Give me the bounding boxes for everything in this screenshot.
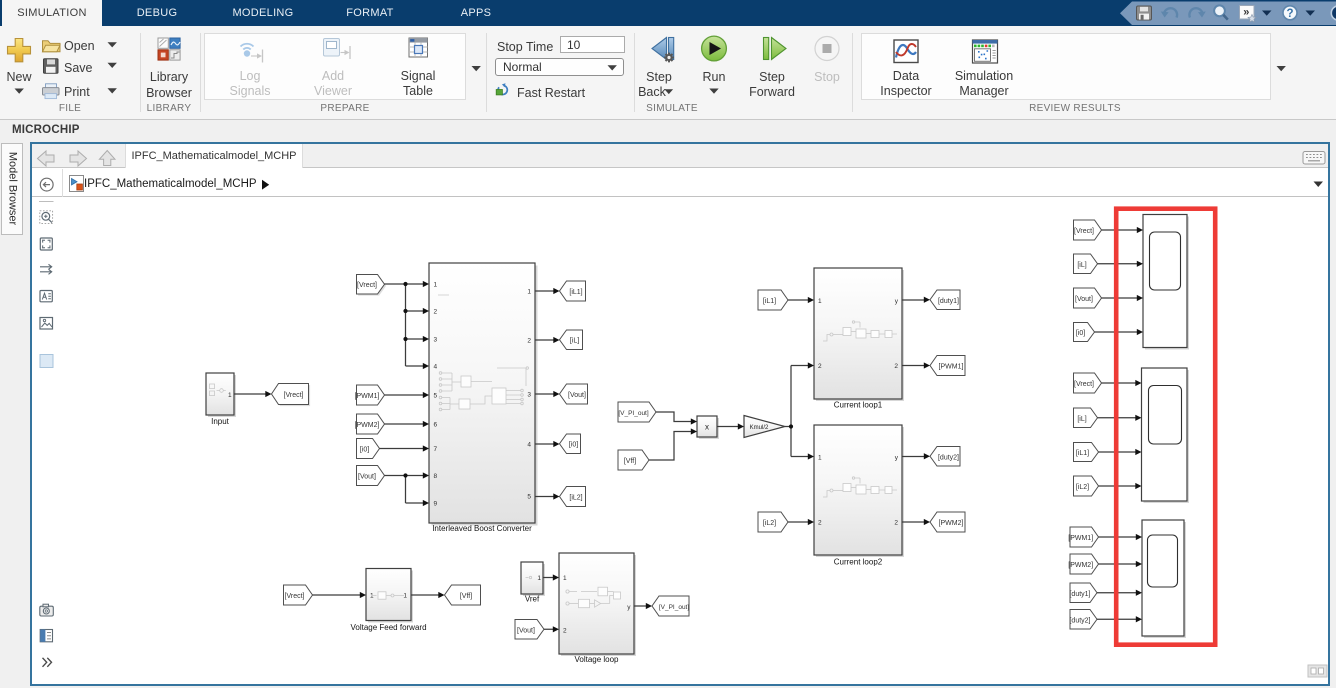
svg-text:[Vrect]: [Vrect] [1074,228,1094,235]
svg-text:Current loop1: Current loop1 [834,401,883,410]
svg-text:5: 5 [527,494,531,501]
svg-text:1: 1 [563,575,567,582]
svg-text:2: 2 [894,363,898,370]
svg-text:2: 2 [818,520,822,527]
svg-text:9: 9 [434,501,438,508]
svg-text:1: 1 [434,282,438,289]
svg-text:x: x [705,423,709,432]
svg-text:»: » [1243,7,1249,19]
svg-text:4: 4 [434,364,438,371]
svg-text:1: 1 [403,593,407,600]
svg-text:[iL2]: [iL2] [1076,484,1089,491]
svg-text:[iL2]: [iL2] [569,495,582,502]
svg-text:[duty1]: [duty1] [938,298,959,305]
svg-text:[duty2]: [duty2] [1069,617,1090,624]
svg-text:[Vrect]: [Vrect] [285,593,305,600]
svg-text:[iL]: [iL] [1077,416,1086,423]
svg-text:[i0]: [i0] [569,442,578,449]
svg-text:3: 3 [434,337,438,344]
svg-text:Voltage Feed forward: Voltage Feed forward [350,623,426,632]
svg-text:[Vrect]: [Vrect] [357,282,377,289]
svg-text:[i0]: [i0] [360,447,369,454]
svg-text:?: ? [1286,8,1293,20]
svg-text:1: 1 [527,289,531,296]
svg-text:[Vff]: [Vff] [624,458,636,465]
svg-text:Vref: Vref [525,595,540,604]
svg-text:[V_PI_out]: [V_PI_out] [659,604,690,611]
svg-text:[iL1]: [iL1] [569,289,582,296]
svg-text:[PWM2]: [PWM2] [1068,562,1093,569]
svg-text:Interleaved Boost Converter: Interleaved Boost Converter [432,524,532,533]
svg-text:8: 8 [434,473,438,480]
svg-text:[PWM1]: [PWM1] [355,393,380,400]
svg-text:Voltage loop: Voltage loop [574,655,619,664]
svg-text:1: 1 [537,575,541,582]
svg-text:4: 4 [527,442,531,449]
svg-text:[PWM2]: [PWM2] [939,520,964,527]
svg-text:1: 1 [370,593,374,600]
svg-text:5: 5 [434,393,438,400]
svg-text:2: 2 [434,309,438,316]
svg-text:1: 1 [818,455,822,462]
svg-text:Current loop2: Current loop2 [834,558,883,567]
svg-text:Kmul/2: Kmul/2 [750,425,769,431]
svg-text:2: 2 [527,338,531,345]
svg-text:[duty1]: [duty1] [1069,591,1090,598]
svg-text:1: 1 [228,392,232,399]
svg-text:[Vrect]: [Vrect] [284,392,304,399]
svg-text:[Vrect]: [Vrect] [1074,381,1094,388]
svg-text:[Vout]: [Vout] [568,392,586,399]
svg-text:[Vout]: [Vout] [517,627,535,634]
svg-text:[Vout]: [Vout] [358,474,376,481]
svg-text:[Vout]: [Vout] [1075,296,1093,303]
svg-text:[i0]: [i0] [1076,330,1085,337]
svg-text:2: 2 [563,628,567,635]
svg-text:6: 6 [434,422,438,429]
svg-text:[iL2]: [iL2] [763,520,776,527]
svg-text:2: 2 [818,363,822,370]
svg-text:[PWM1]: [PWM1] [939,364,964,371]
svg-text:7: 7 [434,446,438,453]
svg-text:[Vff]: [Vff] [460,593,472,600]
svg-text:[V_PI_out]: [V_PI_out] [618,410,649,417]
svg-text:[PWM2]: [PWM2] [355,422,380,429]
svg-text:Input: Input [211,417,230,426]
svg-text:[iL]: [iL] [1077,262,1086,269]
svg-text:[iL]: [iL] [570,338,579,345]
svg-text:[PWM1]: [PWM1] [1068,535,1093,542]
svg-text:[iL1]: [iL1] [763,298,776,305]
svg-text:2: 2 [894,520,898,527]
svg-text:3: 3 [527,392,531,399]
svg-text:[duty2]: [duty2] [938,454,959,461]
svg-text:[iL1]: [iL1] [1076,450,1089,457]
svg-text:1: 1 [818,298,822,305]
